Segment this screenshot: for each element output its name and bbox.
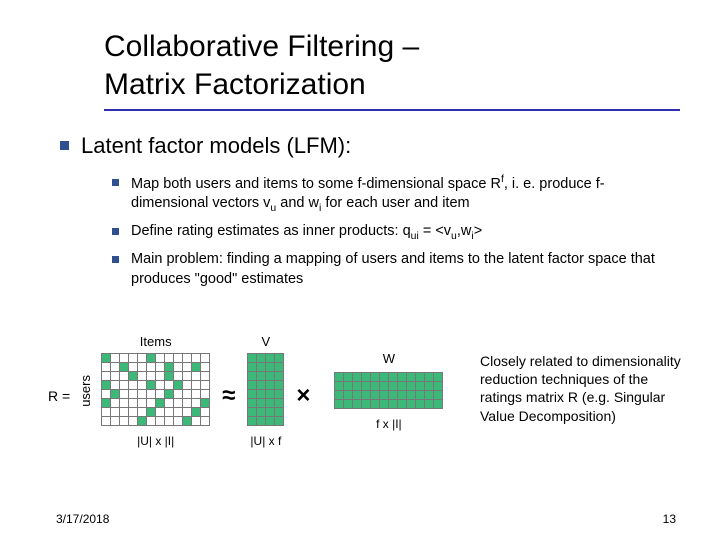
v-label: V (262, 334, 271, 349)
closing-note: Closely related to dimensionality reduct… (480, 352, 690, 425)
matrix-r: Items |U| x |I| (101, 334, 210, 448)
bullet-lvl1: Latent factor models (LFM): (60, 133, 680, 159)
users-axis-label: users (78, 375, 93, 407)
dim-r-label: |U| x |I| (137, 434, 174, 448)
square-bullet-icon (60, 141, 69, 150)
square-bullet-icon (112, 256, 119, 263)
slide-title: Collaborative Filtering – Matrix Factori… (104, 28, 680, 111)
dim-v-label: |U| x f (250, 434, 281, 448)
lvl2-text: Main problem: finding a mapping of users… (131, 250, 680, 289)
lvl2-text: Map both users and items to some f-dimen… (131, 173, 680, 216)
w-grid-icon (334, 372, 443, 409)
items-axis-label: Items (140, 334, 172, 349)
bullet-lvl2-2: Define rating estimates as inner product… (112, 222, 680, 244)
square-bullet-icon (112, 179, 119, 186)
footer-date: 3/17/2018 (56, 512, 109, 526)
lvl1-text: Latent factor models (LFM): (81, 133, 351, 159)
r-equals-label: R = (48, 388, 70, 404)
r-grid-icon (101, 353, 210, 426)
approx-symbol: ≈ (222, 382, 235, 410)
matrix-v: V |U| x f (247, 334, 284, 448)
square-bullet-icon (112, 228, 119, 235)
w-label: W (383, 351, 395, 366)
dim-w-label: f x |I| (376, 417, 402, 431)
v-grid-icon (247, 353, 284, 426)
bullet-lvl2-1: Map both users and items to some f-dimen… (112, 173, 680, 216)
factorization-diagram: R = users Items |U| x |I| ≈ V |U| x f × … (48, 334, 443, 448)
matrix-w: W f x |I| (334, 351, 443, 431)
lvl2-text: Define rating estimates as inner product… (131, 222, 482, 244)
bullet-lvl2-3: Main problem: finding a mapping of users… (112, 250, 680, 289)
footer-page-number: 13 (663, 512, 676, 526)
times-symbol: × (296, 382, 310, 410)
